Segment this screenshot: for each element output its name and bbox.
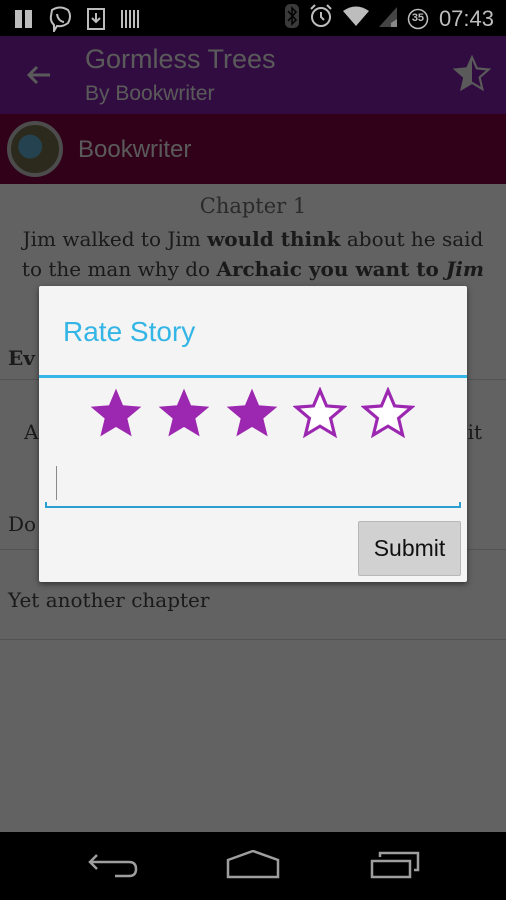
star-filled-icon[interactable]	[225, 387, 279, 441]
input-underline-tick	[45, 502, 47, 508]
pause-icon	[14, 8, 34, 35]
star-rating[interactable]	[89, 387, 415, 441]
text-cursor	[56, 466, 57, 500]
back-icon[interactable]	[85, 850, 145, 880]
navigation-bar	[0, 832, 506, 900]
input-underline-tick	[459, 502, 461, 508]
bluetooth-icon	[284, 4, 299, 33]
rate-story-dialog: Rate Story Submit	[39, 286, 467, 582]
status-bar: 35 07:43	[0, 0, 506, 36]
download-icon	[86, 7, 106, 36]
dialog-title-divider	[39, 375, 467, 378]
dialog-title: Rate Story	[63, 316, 196, 347]
star-empty-icon[interactable]	[293, 387, 347, 441]
battery-icon: 35	[407, 8, 429, 30]
recents-icon[interactable]	[368, 850, 428, 880]
wifi-icon	[342, 5, 369, 32]
barcode-icon	[120, 8, 140, 35]
clock: 07:43	[438, 5, 494, 31]
home-icon[interactable]	[223, 850, 283, 880]
input-underline	[45, 506, 461, 508]
battery-level: 35	[411, 11, 425, 24]
alarm-icon	[309, 4, 333, 33]
submit-button[interactable]: Submit	[358, 521, 461, 576]
viber-icon	[48, 6, 72, 37]
star-empty-icon[interactable]	[361, 387, 415, 441]
star-filled-icon[interactable]	[89, 387, 143, 441]
signal-icon	[378, 5, 397, 32]
comment-input[interactable]	[45, 462, 461, 508]
star-filled-icon[interactable]	[157, 387, 211, 441]
